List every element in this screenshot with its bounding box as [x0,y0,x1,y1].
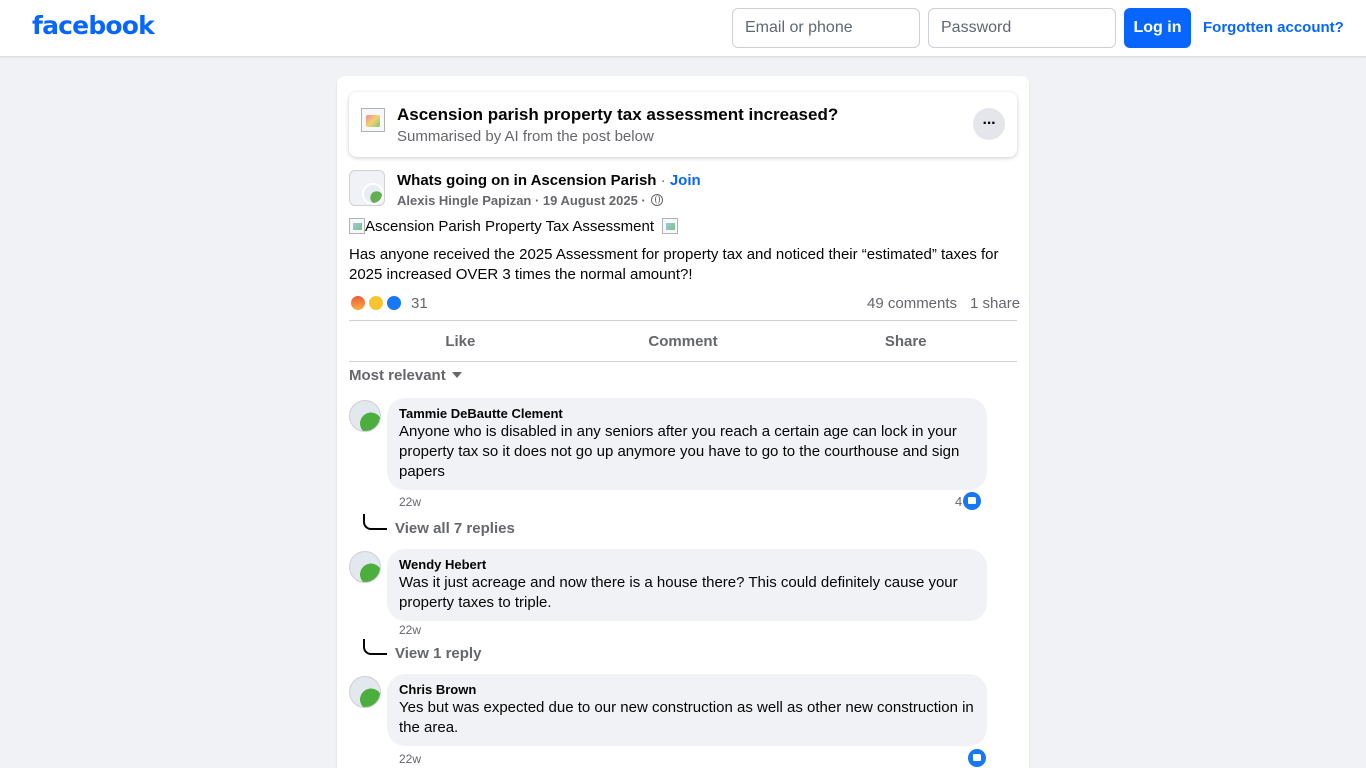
comment-author[interactable]: Wendy Hebert [399,557,975,573]
view-replies-link[interactable]: View all 7 replies [395,520,515,537]
facebook-logo[interactable]: facebook [32,11,155,40]
forgotten-account-link[interactable]: Forgotten account? [1203,19,1344,36]
share-button[interactable]: Share [794,321,1017,361]
author-avatar[interactable] [362,183,384,205]
sort-label: Most relevant [349,367,446,384]
more-options-button[interactable]: ··· [973,108,1005,140]
comment-text: Was it just acreage and now there is a h… [399,574,958,611]
like-reaction-icon [385,294,403,312]
comment-like-count[interactable] [967,749,986,767]
login-button[interactable]: Log in [1124,8,1191,48]
password-field[interactable] [928,8,1116,48]
comment-like-number: 4 [955,494,963,509]
reply-connector [363,514,387,530]
shares-count[interactable]: 1 share [970,295,1020,312]
like-button[interactable]: Like [349,321,572,361]
reaction-count: 31 [411,295,428,312]
globe-icon [651,194,664,206]
post-card: Ascension parish property tax assessment… [337,76,1029,768]
comment-text: Yes but was expected due to our new cons… [399,699,974,736]
action-bar: Like Comment Share [349,320,1017,362]
reply-connector [363,639,387,655]
comment-bubble: Tammie DeBautte Clement Anyone who is di… [387,398,987,490]
group-name-link[interactable]: Whats going on in Ascension Parish [397,172,656,189]
comment-text: Anyone who is disabled in any seniors af… [399,423,960,480]
comment-bubble: Wendy Hebert Was it just acreage and now… [387,549,987,621]
email-field[interactable] [732,8,920,48]
top-bar: facebook Log in Forgotten account? [0,0,1366,57]
post-header: Whats going on in Ascension Parish · Joi… [397,172,701,189]
view-replies-link[interactable]: View 1 reply [395,645,481,662]
broken-image-icon [349,218,365,234]
post-meta: Alexis Hingle Papizan · 19 August 2025 · [397,193,664,208]
comment-time[interactable]: 22w [399,495,421,509]
separator: · [656,172,670,189]
like-icon [963,492,982,510]
post-author-date[interactable]: Alexis Hingle Papizan · 19 August 2025 · [397,193,649,208]
ai-summary-icon [361,108,385,132]
commenter-avatar[interactable] [349,551,381,583]
comments-count[interactable]: 49 comments [867,295,957,312]
group-avatar[interactable] [349,170,385,206]
chevron-down-icon [451,372,462,378]
commenter-avatar[interactable] [349,676,381,708]
wow-reaction-icon [367,294,385,312]
comment-bubble: Chris Brown Yes but was expected due to … [387,674,987,746]
ai-summary-title: Ascension parish property tax assessment… [397,105,839,124]
comment-time[interactable]: 22w [399,623,421,637]
comment-like-count[interactable]: 4 [955,492,982,510]
ai-summary-box[interactable]: Ascension parish property tax assessment… [349,92,1017,157]
post-image[interactable]: Ascension Parish Property Tax Assessment [349,218,679,235]
comment-author[interactable]: Tammie DeBautte Clement [399,406,975,422]
comment-time[interactable]: 22w [399,752,421,766]
broken-image-icon [662,218,679,234]
like-icon [968,749,986,767]
angry-reaction-icon [349,294,367,312]
comment-sort-dropdown[interactable]: Most relevant [349,367,462,384]
post-image-alt: Ascension Parish Property Tax Assessment [365,218,655,235]
comment-button[interactable]: Comment [572,321,795,361]
commenter-avatar[interactable] [349,400,381,432]
ai-summary-subtitle: Summarised by AI from the post below [397,128,654,145]
post-text: Has anyone received the 2025 Assessment … [349,246,999,283]
comment-author[interactable]: Chris Brown [399,682,975,698]
join-link[interactable]: Join [670,172,701,189]
